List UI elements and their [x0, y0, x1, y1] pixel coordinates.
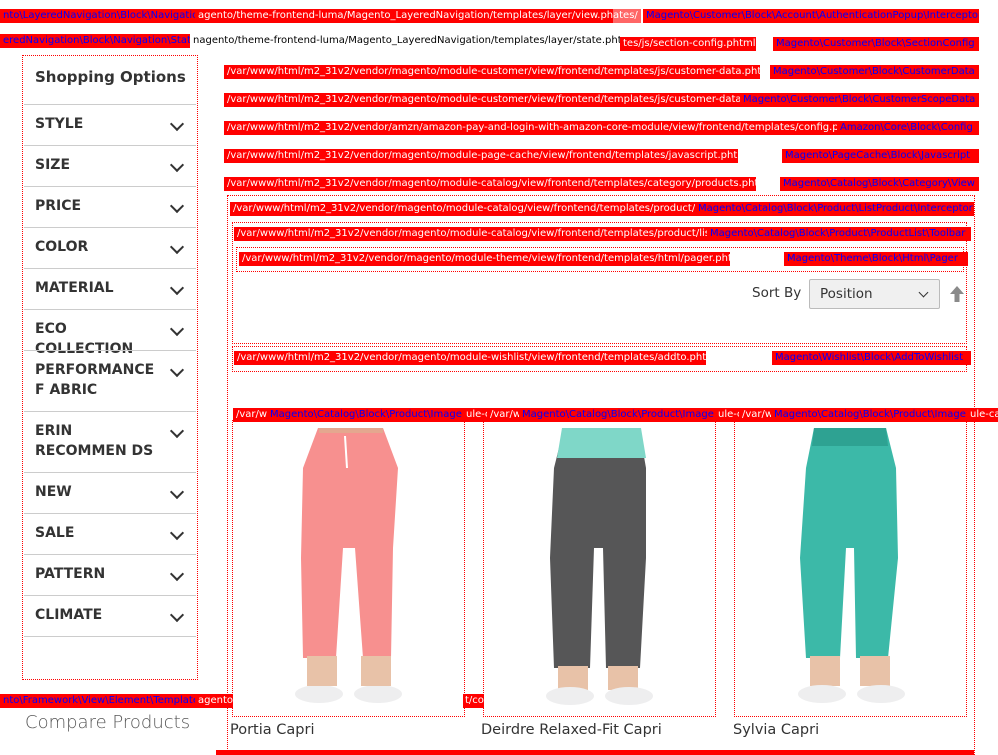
hint-toolbar-tpl: /var/www/html/m2_31v2/vendor/magento/mod…: [234, 227, 712, 241]
compare-products-title: Compare Products: [25, 712, 191, 733]
hint-layer-view-tpl: agento/theme-frontend-luma/Magento_Layer…: [195, 9, 616, 23]
filter-eco-collection[interactable]: ECO COLLECTION: [24, 309, 196, 357]
hint-category-view-block: Magento\Catalog\Block\Category\View: [780, 177, 979, 191]
hint-pager-block: Magento\Theme\Block\Html\Pager: [784, 252, 968, 266]
hint-view-overlap: ates/: [613, 9, 641, 23]
hint-list-tpl: /var/www/html/m2_31v2/vendor/magento/mod…: [230, 202, 701, 216]
chevron-down-icon: [169, 362, 185, 378]
chevron-down-icon: [169, 157, 185, 173]
filter-sale[interactable]: SALE: [24, 513, 196, 554]
hint-section-config-tpl: tes/js/section-config.phtml: [620, 37, 756, 51]
hint-customer-data-tpl: /var/www/html/m2_31v2/vendor/magento/mod…: [224, 65, 760, 79]
filter-label: SIZE: [35, 157, 71, 173]
sort-by-label: Sort By: [752, 285, 802, 301]
hint-customer-inv-tpl: /var/www/html/m2_31v2/vendor/magento/mod…: [224, 93, 744, 107]
chevron-down-icon: [169, 607, 185, 623]
filter-erin-recommends[interactable]: ERIN RECOMMEN DS: [24, 411, 196, 472]
filter-performance-fabric[interactable]: PERFORMANCE F ABRIC: [24, 350, 196, 411]
hint-products-tpl: /var/www/html/m2_31v2/vendor/magento/mod…: [224, 177, 756, 191]
hint-img3-suffix: ule-cat: [967, 408, 998, 422]
hint-pager-tpl: /var/www/html/m2_31v2/vendor/magento/mod…: [239, 252, 730, 266]
hint-page-cache-block: Magento\PageCache\Block\Javascript: [782, 149, 979, 163]
filter-style[interactable]: STYLE: [24, 104, 196, 145]
hint-layered-state-block: eredNavigation\Block\Navigation\State: [0, 34, 193, 48]
chevron-down-icon: [169, 198, 185, 214]
hint-addto-tpl: /var/www/html/m2_31v2/vendor/magento/mod…: [234, 351, 706, 365]
chevron-down-icon: [169, 423, 185, 439]
chevron-down-icon: [169, 239, 185, 255]
hint-framework-block: nto\Framework\View\Element\Template: [0, 694, 201, 708]
sort-by-select[interactable]: Position: [809, 279, 940, 309]
hint-auth-popup-block: Magento\Customer\Block\Account\Authentic…: [643, 9, 979, 23]
arrow-up-icon[interactable]: [949, 285, 965, 303]
product-image-1[interactable]: [233, 428, 463, 713]
hint-page-cache-tpl: /var/www/html/m2_31v2/vendor/magento/mod…: [224, 149, 738, 163]
chevron-down-icon: [169, 484, 185, 500]
filter-pattern[interactable]: PATTERN: [24, 554, 196, 595]
filter-label: PATTERN: [35, 566, 106, 582]
hint-customer-data-block: Magento\Customer\Block\CustomerData: [770, 65, 979, 79]
chevron-down-icon: [169, 525, 185, 541]
product-image-3[interactable]: [736, 428, 966, 713]
filter-size[interactable]: SIZE: [24, 145, 196, 186]
hint-amazon-block: Amazon\Core\Block\Config: [837, 121, 979, 135]
sort-by-value: Position: [820, 286, 873, 302]
filter-label: PRICE: [35, 198, 82, 214]
hint-layer-state-tpl: nagento/theme-frontend-luma/Magento_Laye…: [190, 34, 626, 48]
filter-label: SALE: [35, 525, 75, 541]
product-name-3[interactable]: Sylvia Capri: [733, 722, 819, 738]
hint-bottom-cut: [216, 750, 974, 755]
filter-label: CLIMATE: [35, 607, 103, 623]
chevron-down-icon: [169, 280, 185, 296]
chevron-down-icon: [918, 287, 929, 298]
hint-customer-scope-block: Magento\Customer\Block\CustomerScopeData: [740, 93, 979, 107]
product-name-2[interactable]: Deirdre Relaxed-Fit Capri: [481, 722, 662, 738]
filter-list-end-divider: [24, 636, 196, 637]
chevron-down-icon: [169, 116, 185, 132]
hint-wishlist-block: Magento\Wishlist\Block\AddToWishlist: [772, 351, 971, 365]
hint-amazon-tpl: /var/www/html/m2_31v2/vendor/amzn/amazon…: [224, 121, 842, 135]
hint-list-block: Magento\Catalog\Block\Product\ListProduc…: [695, 202, 974, 216]
shopping-options-title: Shopping Options: [35, 68, 186, 86]
filter-new[interactable]: NEW: [24, 472, 196, 513]
filter-label: STYLE: [35, 116, 84, 132]
hint-layered-nav-block: nto\LayeredNavigation\Block\Navigation: [0, 9, 201, 23]
product-name-1[interactable]: Portia Capri: [230, 722, 314, 738]
filter-color[interactable]: COLOR: [24, 227, 196, 268]
hint-toolbar-block: Magento\Catalog\Block\Product\ProductLis…: [707, 227, 971, 241]
filter-label: NEW: [35, 484, 72, 500]
filter-material[interactable]: MATERIAL: [24, 268, 196, 309]
chevron-down-icon: [169, 566, 185, 582]
filter-label: ERIN RECOMMEN DS: [35, 423, 154, 459]
filter-climate[interactable]: CLIMATE: [24, 595, 196, 636]
filter-label: COLOR: [35, 239, 89, 255]
chevron-down-icon: [169, 321, 185, 337]
filter-label: PERFORMANCE F ABRIC: [35, 362, 155, 398]
filter-price[interactable]: PRICE: [24, 186, 196, 227]
filter-label: MATERIAL: [35, 280, 114, 296]
hint-section-config-block: Magento\Customer\Block\SectionConfig: [773, 37, 979, 51]
product-image-2[interactable]: [484, 428, 714, 713]
